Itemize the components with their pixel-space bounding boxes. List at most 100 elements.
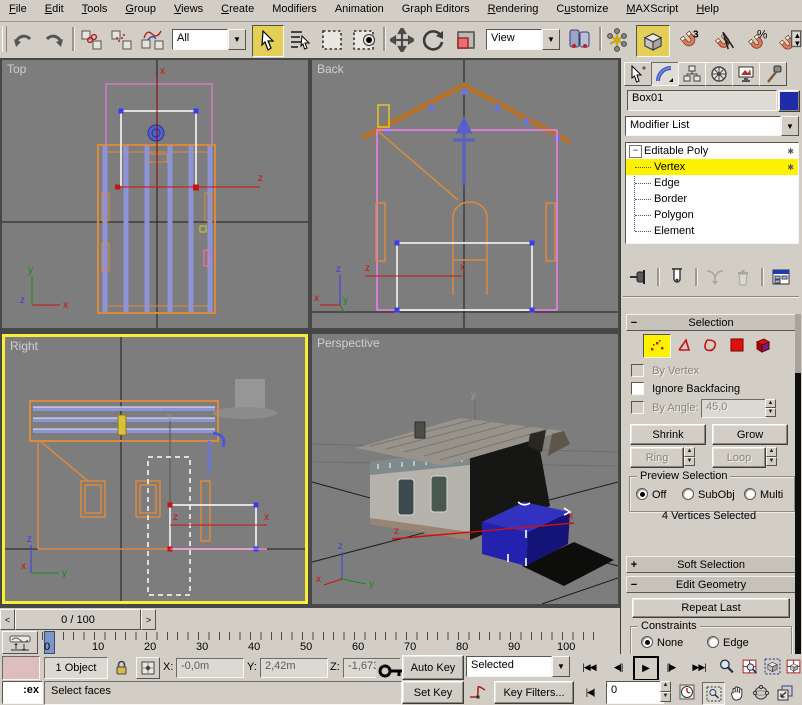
key-mode-toggle-icon[interactable]: |◀| [578,683,602,701]
snap-3d-icon[interactable]: 3 [674,26,704,54]
auto-key-button[interactable]: Auto Key [402,655,464,680]
trackbar-ruler[interactable] [42,632,602,640]
selection-lock-icon[interactable] [110,657,132,677]
object-name-field[interactable]: Box01 [627,90,777,111]
prev-frame-button[interactable]: < [0,609,15,630]
dropdown-arrow-icon[interactable]: ▼ [228,29,246,50]
loop-spinner[interactable]: ▲▼ [766,447,777,466]
go-to-start-button[interactable]: |◀◀ [576,657,602,677]
panel-scrollbar-thumb[interactable] [795,373,801,654]
dropdown-arrow-icon[interactable]: ▼ [542,29,560,50]
next-frame-button[interactable]: > [141,609,156,630]
zoom-extents-icon[interactable] [762,656,783,677]
menu-rendering[interactable]: Rendering [479,0,548,19]
preview-off-radio[interactable]: Off [636,488,666,503]
menu-file[interactable]: File [0,0,36,19]
key-target-dropdown[interactable]: Selected▼ [466,656,570,677]
menu-views[interactable]: Views [165,0,212,19]
use-center-icon[interactable] [565,26,595,54]
dropdown-arrow-icon[interactable]: ▼ [781,116,799,136]
by-vertex-row[interactable]: By Vertex [631,364,699,380]
grow-button[interactable]: Grow [712,424,788,445]
menu-group[interactable]: Group [116,0,165,19]
create-tab[interactable] [624,62,652,86]
select-move-icon[interactable] [388,26,416,54]
menu-help[interactable]: Help [687,0,728,19]
zoom-region-icon[interactable] [702,682,725,705]
x-coordinate-field[interactable]: -0,0m [176,658,244,678]
toolbar-grip[interactable] [2,26,7,52]
soft-selection-rollout-header[interactable]: +Soft Selection [626,556,796,573]
unlink-icon[interactable] [108,26,136,54]
set-key-button[interactable]: Set Key [402,681,464,704]
snaps-toggle-icon[interactable] [636,25,670,57]
zoom-extents-all-icon[interactable] [784,656,802,677]
select-scale-icon[interactable] [452,26,480,54]
by-angle-checkbox[interactable] [631,401,644,414]
menu-edit[interactable]: Edit [36,0,73,19]
pin-stack-icon[interactable] [627,266,651,288]
ignore-backfacing-checkbox[interactable] [631,382,644,395]
rect-selection-icon[interactable] [318,26,346,54]
menu-create[interactable]: Create [212,0,263,19]
motion-tab[interactable] [705,62,733,86]
menu-maxscript[interactable]: MAXScript [617,0,687,19]
utilities-tab[interactable] [759,62,787,86]
selection-rollout-header[interactable]: −Selection [626,314,796,331]
configure-modifier-sets-icon[interactable] [769,266,793,288]
collapse-icon[interactable]: − [629,145,642,158]
select-by-name-icon[interactable] [286,26,314,54]
key-filters-button[interactable]: Key Filters... [494,681,574,704]
ignore-backfacing-row[interactable]: Ignore Backfacing [631,382,740,398]
stack-item-element[interactable]: Element [626,223,798,239]
next-frame-button[interactable]: ||▶ [659,657,683,677]
dropdown-arrow-icon[interactable]: ▼ [552,656,570,677]
shrink-button[interactable]: Shrink [630,424,706,445]
maxscript-mini-listener[interactable]: :ex [2,681,43,704]
stack-item-edge[interactable]: Edge [626,175,798,191]
show-end-result-icon[interactable] [665,266,689,288]
zoom-icon[interactable] [716,656,737,677]
ring-spinner[interactable]: ▲▼ [684,447,695,466]
menu-tools[interactable]: Tools [73,0,117,19]
select-object-icon[interactable] [252,25,284,57]
select-rotate-icon[interactable] [420,26,448,54]
mini-curve-editor-icon[interactable] [2,631,38,654]
by-angle-spinner[interactable]: ▲▼ [765,399,776,417]
min-max-toggle-icon[interactable] [774,682,795,703]
viewport-right-label[interactable]: Right [10,339,38,353]
object-color-swatch[interactable] [778,90,800,112]
repeat-last-button[interactable]: Repeat Last [632,598,790,618]
undo-icon[interactable] [9,26,37,54]
absolute-mode-icon[interactable] [136,657,160,679]
modifier-list-dropdown[interactable]: Modifier List▼ [625,116,799,136]
previous-frame-button[interactable]: ◀|| [606,657,630,677]
preview-subobj-radio[interactable]: SubObj [682,488,735,503]
modify-tab[interactable] [651,62,679,86]
stack-item-vertex[interactable]: Vertex ✱ [626,159,798,175]
current-frame-field[interactable]: 0 [606,681,664,704]
angle-snap-icon[interactable] [708,26,738,54]
by-vertex-checkbox[interactable] [631,364,644,377]
crossing-selection-icon[interactable] [350,26,380,54]
selection-filter-dropdown[interactable]: All▼ [172,29,246,50]
edit-geometry-rollout-header[interactable]: −Edit Geometry [626,576,796,593]
spinner-snap-icon[interactable]: ▲▼ [776,26,802,54]
time-slider[interactable]: 0 / 100 [15,609,141,630]
vertex-mode-icon[interactable] [643,334,671,358]
constraint-edge-radio[interactable]: Edge [707,636,749,651]
go-to-end-button[interactable]: ▶▶| [686,657,712,677]
menu-graph-editors[interactable]: Graph Editors [393,0,479,19]
by-angle-row[interactable]: By Angle: 45,0 ▲▼ [631,401,799,419]
by-angle-field[interactable]: 45,0 [701,399,767,418]
percent-snap-icon[interactable]: % [742,26,772,54]
viewport-perspective[interactable]: Perspective y [312,334,618,604]
display-tab[interactable] [732,62,760,86]
ref-coord-dropdown[interactable]: View▼ [486,29,560,50]
zoom-all-icon[interactable] [739,656,760,677]
viewport-top[interactable]: Top zx yxz [2,60,308,328]
hierarchy-tab[interactable] [678,62,706,86]
remove-modifier-icon[interactable] [731,266,755,288]
viewport-back[interactable]: Back zx zxy [312,60,618,328]
viewport-right[interactable]: Right u zx zxy [2,334,308,604]
